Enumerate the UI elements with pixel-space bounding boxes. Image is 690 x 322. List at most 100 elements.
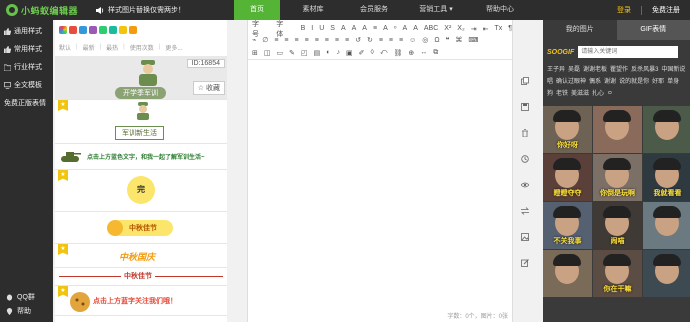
color-swatch[interactable] (119, 26, 127, 34)
nav-marketing-tools[interactable]: 营销工具 ▾ (402, 0, 470, 20)
style-card[interactable]: 中秋佳节 (55, 212, 227, 244)
editor-content-area[interactable] (248, 62, 512, 310)
nav-membership[interactable]: 会员服务 (346, 0, 402, 20)
style-card[interactable]: 点击上方蓝色文字，和我一起了解军训生活~ (55, 144, 227, 170)
gif-thumbnail[interactable]: 不关我事 (543, 202, 592, 249)
nav-materials[interactable]: 素材库 (280, 0, 346, 20)
sidebar-item-free-emoji[interactable]: 免费正版表情 (0, 94, 53, 112)
style-card[interactable]: ★ 点击上方蓝字关注我们哦！ (55, 286, 227, 316)
keyword-tag[interactable]: 确认过眼神 (556, 79, 586, 85)
save-button[interactable] (517, 94, 533, 120)
toolbar-button[interactable]: Tx (494, 25, 502, 32)
toolbar-button[interactable]: ≡ (335, 37, 339, 44)
color-swatch[interactable] (79, 26, 87, 34)
toolbar-button[interactable]: ≡ (305, 37, 309, 44)
toolbar-button[interactable]: ≡ (373, 25, 377, 32)
tab-my-images[interactable]: 我的图片 (543, 20, 617, 40)
toolbar-button[interactable]: ⇥ (471, 25, 477, 33)
help-link[interactable]: 帮助 (6, 304, 35, 318)
toolbar-button[interactable]: ◎ (422, 36, 428, 44)
style-card[interactable]: ID:16854 开学季军训 ☆ 收藏 (55, 56, 227, 100)
toolbar-button[interactable]: X² (444, 25, 451, 32)
keyword-tag[interactable]: 王子异 (547, 67, 565, 73)
toolbar-button[interactable]: B (301, 25, 306, 32)
toolbar-button[interactable]: ≡ (399, 37, 403, 44)
toolbar-button[interactable]: Ω (434, 37, 439, 44)
toolbar-button[interactable]: U (319, 25, 324, 32)
toolbar-button[interactable]: ≡ (284, 37, 288, 44)
toolbar-button[interactable]: ◫ (264, 49, 271, 57)
toolbar-button[interactable]: ⊕ (408, 49, 414, 57)
toolbar-button[interactable]: ¶ (508, 25, 512, 32)
toolbar-button[interactable]: ≡ (315, 37, 319, 44)
edit-button[interactable] (517, 250, 533, 276)
toolbar-button[interactable]: ▭ (277, 49, 284, 57)
toolbar-button[interactable]: ≡ (389, 37, 393, 44)
rainbow-swatch[interactable] (59, 26, 67, 34)
toolbar-button[interactable]: ⇤ (483, 25, 489, 33)
toolbar-button[interactable]: ⛓ (393, 49, 402, 57)
gif-thumbnail[interactable] (543, 250, 592, 297)
toolbar-button[interactable]: X₂ (457, 25, 464, 32)
toolbar-button[interactable]: ≡ (274, 37, 278, 44)
toolbar-button[interactable]: ↔ (420, 49, 427, 56)
toolbar-button[interactable]: ⊞ (252, 49, 258, 57)
keyword-tag[interactable]: 瞿望作 (610, 67, 628, 73)
toolbar-button[interactable]: ✎ (289, 49, 295, 57)
register-link[interactable]: 免费注册 (642, 5, 690, 15)
toolbar-button[interactable]: I (311, 25, 313, 32)
color-swatch[interactable] (89, 26, 97, 34)
toolbar-button[interactable]: A (413, 25, 418, 32)
toolbar-button[interactable]: ✐ (359, 49, 365, 57)
toolbar-button[interactable]: A (341, 25, 346, 32)
color-swatch[interactable] (129, 26, 137, 34)
gif-thumbnail[interactable]: 你在干嘛 (593, 250, 642, 297)
keyword-tag[interactable]: 谢谢 (604, 79, 616, 85)
sidebar-item-general[interactable]: 通用样式 (0, 22, 53, 40)
toolbar-button[interactable]: ∅ (262, 36, 268, 44)
toolbar-button[interactable]: ◰ (301, 49, 308, 57)
toolbar-button[interactable]: ⧉ (433, 49, 438, 57)
keyword-tag[interactable]: ㅇ (607, 91, 613, 97)
keyword-tag[interactable]: 偶系 (589, 79, 601, 85)
gif-thumbnail[interactable]: 你倒是玩啊 (593, 154, 642, 201)
toolbar-button[interactable]: A (403, 25, 408, 32)
gif-thumbnail[interactable] (643, 106, 690, 153)
toolbar-button[interactable]: ◊ (370, 49, 373, 56)
toolbar-button[interactable]: ♪ (336, 49, 340, 56)
swap-button[interactable] (517, 198, 533, 224)
keyword-tag[interactable]: 老铁 (556, 91, 568, 97)
toolbar-button[interactable]: ▤ (314, 49, 321, 57)
toolbar-button[interactable]: A (383, 25, 388, 32)
toolbar-button[interactable]: A (362, 25, 367, 32)
toolbar-button[interactable]: ↺ (355, 36, 361, 44)
gif-thumbnail[interactable] (643, 250, 690, 297)
keyword-tag[interactable]: 反杀风暴3 (631, 67, 658, 73)
copy-button[interactable] (517, 68, 533, 94)
preview-button[interactable] (517, 172, 533, 198)
filter-newest[interactable]: 最新 (83, 43, 95, 52)
toolbar-button[interactable]: ⌘ (455, 36, 462, 44)
color-swatch[interactable] (69, 26, 77, 34)
gif-thumbnail[interactable] (643, 202, 690, 249)
gif-search-input[interactable] (578, 46, 679, 58)
qq-group-link[interactable]: QQ群 (6, 290, 35, 304)
filter-hottest[interactable]: 最热 (106, 43, 118, 52)
style-card[interactable]: 中秋佳节 (55, 268, 227, 286)
toolbar-button[interactable]: A (352, 25, 357, 32)
toolbar-button[interactable]: ⌨ (468, 36, 478, 44)
notice-banner[interactable]: 样式图片替换仅需两步！ (96, 5, 185, 15)
keyword-tag[interactable]: 说的就是你 (619, 79, 649, 85)
sidebar-item-common[interactable]: 常用样式 (0, 40, 53, 58)
toolbar-button[interactable]: 字体 (276, 19, 286, 39)
nav-help-center[interactable]: 帮助中心 (470, 0, 530, 20)
toolbar-button[interactable]: ☺ (409, 37, 416, 44)
style-card[interactable]: ★ 中秋国庆 (55, 244, 227, 268)
toolbar-button[interactable]: ⤺ (380, 49, 387, 57)
keyword-tag[interactable]: 扎心 (592, 91, 604, 97)
filter-more[interactable]: 更多... (165, 43, 182, 52)
gif-thumbnail[interactable] (593, 106, 642, 153)
style-card[interactable]: ★ 军训新生活 (55, 100, 227, 144)
app-logo[interactable]: 小蚂蚁编辑器 (6, 3, 78, 17)
style-card[interactable]: ★ 完 (55, 170, 227, 212)
